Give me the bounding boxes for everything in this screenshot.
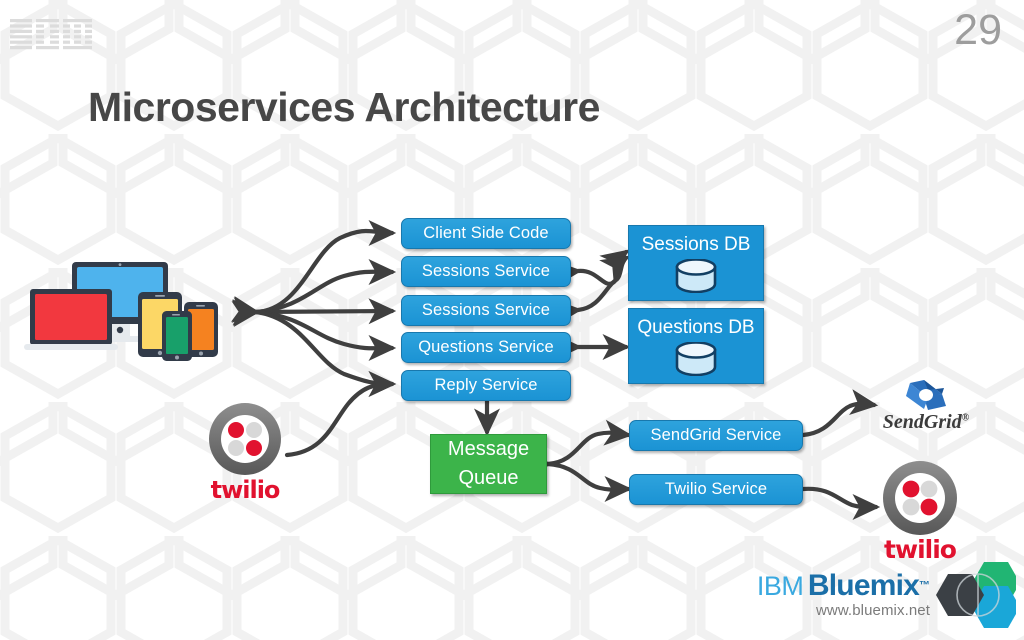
twilio-mark-icon bbox=[883, 461, 957, 535]
page-title: Microservices Architecture bbox=[88, 84, 600, 130]
sendgrid-logo: SendGrid® bbox=[872, 378, 980, 436]
bluemix-footer-logo: IBM Bluemix™ www.bluemix.net bbox=[757, 556, 1016, 632]
twilio-logo-right: twilio bbox=[874, 458, 966, 564]
multi-device-cluster bbox=[24, 262, 218, 361]
database-box-sessions-db[interactable]: Sessions DB bbox=[628, 225, 764, 301]
service-label: Questions Service bbox=[418, 338, 554, 356]
service-label: Reply Service bbox=[434, 376, 538, 394]
trademark-symbol: ™ bbox=[919, 579, 930, 592]
bluemix-wordmark: IBM Bluemix™ www.bluemix.net bbox=[756, 568, 930, 619]
bluemix-product-text: Bluemix bbox=[807, 568, 920, 602]
service-box-questions-service[interactable]: Questions Service bbox=[401, 332, 571, 363]
service-label: Sessions Service bbox=[421, 262, 551, 280]
twilio-mark-icon bbox=[209, 403, 281, 475]
service-label: Twilio Service bbox=[664, 480, 768, 498]
service-box-twilio-service[interactable]: Twilio Service bbox=[629, 474, 803, 505]
service-box-client-side-code[interactable]: Client Side Code bbox=[401, 218, 571, 249]
bluemix-ibm-text: IBM bbox=[756, 570, 804, 601]
database-box-questions-db[interactable]: Questions DB bbox=[628, 308, 764, 384]
message-queue-label-line2: Queue bbox=[458, 467, 519, 489]
database-cylinder-icon bbox=[675, 342, 717, 376]
twilio-logo-left: twilio bbox=[200, 400, 290, 504]
service-box-sendgrid-service[interactable]: SendGrid Service bbox=[629, 420, 803, 451]
service-box-sessions-service-1[interactable]: Sessions Service bbox=[401, 256, 571, 287]
service-label: Sessions Service bbox=[421, 301, 551, 319]
message-queue-box[interactable]: Message Queue bbox=[430, 434, 547, 494]
twilio-wordmark: twilio bbox=[210, 476, 281, 504]
ibm-logo bbox=[10, 19, 92, 50]
sendgrid-wordmark: SendGrid® bbox=[882, 411, 970, 433]
bluemix-url: www.bluemix.net bbox=[815, 601, 930, 619]
database-cylinder-icon bbox=[675, 259, 717, 293]
service-box-reply-service[interactable]: Reply Service bbox=[401, 370, 571, 401]
service-box-sessions-service-2[interactable]: Sessions Service bbox=[401, 295, 571, 326]
message-queue-label-line1: Message bbox=[447, 438, 530, 460]
service-label: SendGrid Service bbox=[650, 426, 782, 444]
service-label: Client Side Code bbox=[423, 224, 549, 242]
database-label: Questions DB bbox=[637, 317, 755, 338]
slide-page-number: 29 bbox=[954, 6, 1002, 54]
sendgrid-mark-icon bbox=[906, 380, 946, 410]
bluemix-hexagon-logo-icon bbox=[936, 562, 1016, 628]
database-label: Sessions DB bbox=[641, 234, 751, 255]
